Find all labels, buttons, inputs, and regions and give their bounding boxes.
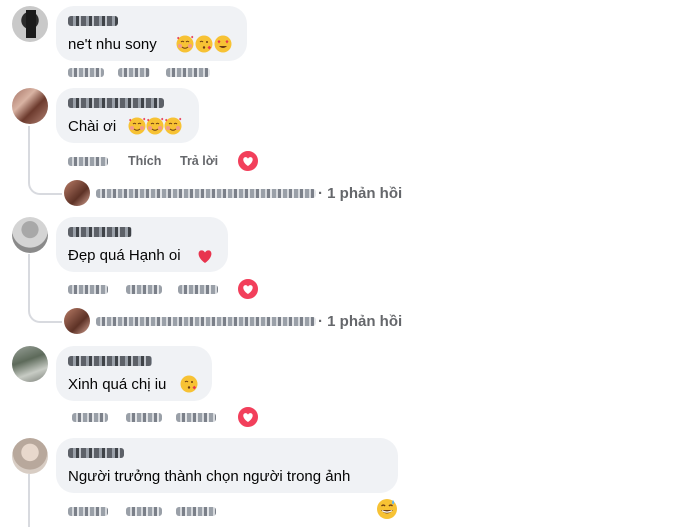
- comment-bubble: Xinh quá chị iu: [56, 346, 212, 401]
- comment-timestamp[interactable]: [68, 68, 104, 77]
- thread-branch: [28, 176, 62, 195]
- thread-line: [28, 126, 30, 182]
- avatar[interactable]: [12, 346, 48, 382]
- reply-avatar[interactable]: [64, 180, 90, 206]
- comment-timestamp[interactable]: [68, 285, 108, 294]
- comment-bubble: Chài ơi: [56, 88, 199, 143]
- comment-author-name[interactable]: [68, 98, 164, 108]
- reply-preview[interactable]: [96, 317, 316, 326]
- thread-line: [28, 474, 30, 527]
- like-button[interactable]: [126, 507, 162, 516]
- comment-bubble: ne't nhu sony: [56, 6, 247, 61]
- comment-text: Người trưởng thành chọn người trong ảnh: [68, 468, 351, 485]
- heart-reaction-icon[interactable]: [236, 405, 260, 429]
- reply-preview[interactable]: [96, 189, 316, 198]
- avatar[interactable]: [12, 217, 48, 253]
- thread-line: [28, 254, 30, 310]
- reply-button[interactable]: [176, 413, 216, 422]
- comment-text: ne't nhu sony: [68, 36, 157, 53]
- comment-text: Chài ơi: [68, 118, 117, 135]
- comment-author-name[interactable]: [68, 227, 132, 237]
- comment-author-name[interactable]: [68, 356, 152, 366]
- comment-text: Xinh quá chị iu: [68, 376, 167, 393]
- comment-timestamp[interactable]: [72, 413, 108, 422]
- like-button[interactable]: Thích: [128, 154, 161, 168]
- smiling-face-hearts-icon: [128, 117, 146, 135]
- face-blowing-kiss-icon: [195, 35, 213, 53]
- heart-eyes-icon: [214, 35, 232, 53]
- like-button[interactable]: [118, 68, 150, 77]
- avatar[interactable]: [12, 88, 48, 124]
- reply-avatar[interactable]: [64, 308, 90, 334]
- comment-bubble: Người trưởng thành chọn người trong ảnh: [56, 438, 398, 493]
- like-button[interactable]: [126, 413, 162, 422]
- avatar[interactable]: [12, 6, 48, 42]
- view-replies-link[interactable]: · 1 phản hồi: [318, 185, 402, 202]
- like-button[interactable]: [126, 285, 162, 294]
- reply-button[interactable]: [166, 68, 210, 77]
- comment-author-name[interactable]: [68, 16, 118, 26]
- comment-author-name[interactable]: [68, 448, 124, 458]
- comment-text: Đẹp quá Hạnh oi: [68, 247, 181, 264]
- smiling-face-hearts-icon: [164, 117, 182, 135]
- heart-reaction-icon[interactable]: [236, 277, 260, 301]
- reply-button[interactable]: [176, 507, 216, 516]
- comment-timestamp[interactable]: [68, 157, 108, 166]
- thread-branch: [28, 304, 62, 323]
- avatar[interactable]: [12, 438, 48, 474]
- grinning-sweat-icon[interactable]: [376, 498, 398, 520]
- comment-bubble: Đẹp quá Hạnh oi: [56, 217, 228, 272]
- view-replies-link[interactable]: · 1 phản hồi: [318, 313, 402, 330]
- reply-button[interactable]: [178, 285, 218, 294]
- red-heart-icon: [198, 250, 212, 263]
- face-blowing-kiss-icon: [180, 375, 198, 393]
- reply-button[interactable]: Trả lời: [180, 154, 218, 168]
- smiling-face-hearts-icon: [146, 117, 164, 135]
- comment-timestamp[interactable]: [68, 507, 108, 516]
- smiling-face-hearts-icon: [176, 35, 194, 53]
- heart-reaction-icon[interactable]: [236, 149, 260, 173]
